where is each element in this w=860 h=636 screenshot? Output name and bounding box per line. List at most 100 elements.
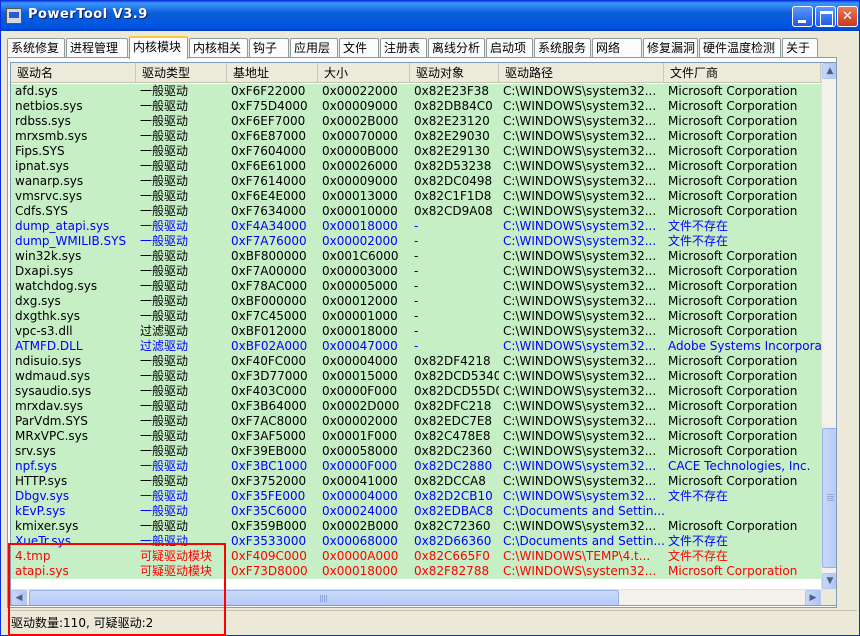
close-button[interactable] <box>837 6 858 27</box>
table-cell: mrxdav.sys <box>15 399 83 413</box>
table-row[interactable]: npf.sys 一般驱动 0xF3BC1000 0x0000F000 0x82DC288… <box>11 459 821 474</box>
column-header[interactable]: 驱动类型 <box>136 63 227 83</box>
table-row[interactable]: ndisuio.sys 一般驱动 0xF40FC000 0x00004000 0x82D… <box>11 354 821 369</box>
column-header[interactable]: 驱动对象 <box>410 63 499 83</box>
tab-10[interactable]: 系统服务 <box>534 38 591 58</box>
tab-11[interactable]: 网络 <box>592 38 642 58</box>
table-row[interactable]: dump_WMILIB.SYS 一般驱动 0xF7A76000 0x00002000 -… <box>11 234 821 249</box>
tab-6[interactable]: 文件 <box>339 38 379 58</box>
table-row[interactable]: ipnat.sys 一般驱动 0xF6E61000 0x00026000 0x82D53… <box>11 159 821 174</box>
vertical-scrollbar[interactable]: ▲ ▼ <box>821 63 836 589</box>
scroll-left-button[interactable]: ◀ <box>11 590 27 605</box>
table-row[interactable]: dxgthk.sys 一般驱动 0xF7C45000 0x00001000 - C:\WI… <box>11 309 821 324</box>
table-row[interactable]: mrxdav.sys 一般驱动 0xF3B64000 0x0002D000 0x82DF… <box>11 399 821 414</box>
tab-14[interactable]: 关于 <box>782 38 818 58</box>
table-row[interactable]: MRxVPC.sys 一般驱动 0xF3AF5000 0x0001F000 0x82C4… <box>11 429 821 444</box>
table-cell: Microsoft Corporation <box>668 129 798 143</box>
column-header[interactable]: 基地址 <box>227 63 318 83</box>
table-cell: 0xBF012000 <box>231 324 307 338</box>
table-cell: 0xF78AC000 <box>231 279 308 293</box>
driver-list[interactable]: 驱动名 驱动类型 基地址 大小 驱动对象 驱动路径 文件厂商 afd.sys 一般驱动 0xF6… <box>10 62 837 606</box>
horizontal-scrollbar[interactable]: ◀ ▶ <box>11 589 821 605</box>
table-row[interactable]: kEvP.sys 一般驱动 0xF35C6000 0x00024000 0x82EDBA… <box>11 504 821 519</box>
table-row[interactable]: vpc-s3.dll 过滤驱动 0xBF012000 0x00018000 - C:\WI… <box>11 324 821 339</box>
table-row[interactable]: kmixer.sys 一般驱动 0xF359B000 0x0002B000 0x82C7… <box>11 519 821 534</box>
tab-2[interactable]: 内核模块 <box>129 36 188 59</box>
table-row[interactable]: afd.sys 一般驱动 0xF6F22000 0x00022000 0x82E23F3… <box>11 84 821 99</box>
table-cell: 一般驱动 <box>140 534 189 548</box>
vertical-scroll-thumb[interactable] <box>822 428 836 568</box>
tab-12[interactable]: 修复漏洞 <box>643 38 698 58</box>
table-row[interactable]: wanarp.sys 一般驱动 0xF7614000 0x00009000 0x82DC… <box>11 174 821 189</box>
table-cell: 0x82EDBAC8 <box>414 504 494 518</box>
table-cell: C:\WINDOWS\system32... <box>503 459 657 473</box>
table-row[interactable]: ATMFD.DLL 过滤驱动 0xBF02A000 0x00047000 - C:\WIN… <box>11 339 821 354</box>
table-cell: 0x00022000 <box>322 84 398 98</box>
tab-9[interactable]: 启动项 <box>486 38 533 58</box>
table-cell: Microsoft Corporation <box>668 309 798 323</box>
maximize-button[interactable] <box>815 6 836 27</box>
table-row[interactable]: Fips.SYS 一般驱动 0xF7604000 0x0000B000 0x82E291… <box>11 144 821 159</box>
tab-1[interactable]: 进程管理 <box>66 38 128 58</box>
table-row[interactable]: ParVdm.SYS 一般驱动 0xF7AC8000 0x00002000 0x82ED… <box>11 414 821 429</box>
tab-4[interactable]: 钩子 <box>249 38 289 58</box>
table-row[interactable]: 4.tmp 可疑驱动模块 0xF409C000 0x0000A000 0x82C665F… <box>11 549 821 564</box>
table-row[interactable]: win32k.sys 一般驱动 0xBF800000 0x001C6000 - C:\WI… <box>11 249 821 264</box>
table-cell: Microsoft Corporation <box>668 324 798 338</box>
column-header[interactable]: 大小 <box>318 63 410 83</box>
tab-13[interactable]: 硬件温度检测 <box>699 38 781 58</box>
table-cell: 一般驱动 <box>140 309 189 323</box>
column-header[interactable]: 文件厂商 <box>664 63 821 83</box>
table-cell: mrxsmb.sys <box>15 129 88 143</box>
table-cell: - <box>414 249 419 263</box>
title-bar[interactable]: PowerTool V3.9 <box>1 1 859 31</box>
table-cell: ATMFD.DLL <box>15 339 83 353</box>
status-bar: 驱动数量:110, 可疑驱动:2 <box>7 610 857 632</box>
table-cell: - <box>414 219 419 233</box>
tab-0[interactable]: 系统修复 <box>7 38 65 58</box>
minimize-button[interactable] <box>792 6 813 27</box>
table-cell: 一般驱动 <box>140 189 189 203</box>
table-cell: 0xF35C6000 <box>231 504 307 518</box>
table-cell: HTTP.sys <box>15 474 68 488</box>
table-row[interactable]: dxg.sys 一般驱动 0xBF000000 0x00012000 - C:\WINDO… <box>11 294 821 309</box>
table-row[interactable]: XueTr.sys 一般驱动 0xF3533000 0x00068000 0x82D66… <box>11 534 821 549</box>
table-cell: Microsoft Corporation <box>668 294 798 308</box>
table-row[interactable]: wdmaud.sys 一般驱动 0xF3D77000 0x00015000 0x82DC… <box>11 369 821 384</box>
scroll-up-button[interactable]: ▲ <box>822 63 836 79</box>
table-cell: 0x00004000 <box>322 489 398 503</box>
table-cell: Microsoft Corporation <box>668 144 798 158</box>
tab-5[interactable]: 应用层 <box>290 38 338 58</box>
table-cell: 0x82DC2360 <box>414 444 493 458</box>
table-row[interactable]: HTTP.sys 一般驱动 0xF3752000 0x00041000 0x82DCCA… <box>11 474 821 489</box>
table-row[interactable]: srv.sys 一般驱动 0xF39EB000 0x00058000 0x82DC236… <box>11 444 821 459</box>
table-row[interactable]: atapi.sys 可疑驱动模块 0xF73D8000 0x00018000 0x82F… <box>11 564 821 579</box>
table-cell: Microsoft Corporation <box>668 204 798 218</box>
tab-8[interactable]: 离线分析 <box>428 38 485 58</box>
scroll-right-button[interactable]: ▶ <box>805 590 821 605</box>
horizontal-scroll-thumb[interactable] <box>29 590 619 605</box>
table-row[interactable]: rdbss.sys 一般驱动 0xF6EF7000 0x0002B000 0x82E23… <box>11 114 821 129</box>
tab-7[interactable]: 注册表 <box>380 38 427 58</box>
table-row[interactable]: sysaudio.sys 一般驱动 0xF403C000 0x0000F000 0x82… <box>11 384 821 399</box>
table-row[interactable]: Dbgv.sys 一般驱动 0xF35FE000 0x00004000 0x82D2CB… <box>11 489 821 504</box>
table-cell: C:\WINDOWS\system32... <box>503 369 657 383</box>
table-cell: srv.sys <box>15 444 56 458</box>
app-icon[interactable] <box>6 8 22 24</box>
table-row[interactable]: netbios.sys 一般驱动 0xF75D4000 0x00009000 0x82D… <box>11 99 821 114</box>
table-cell: dxgthk.sys <box>15 309 81 323</box>
table-cell: 过滤驱动 <box>140 339 189 353</box>
tab-3[interactable]: 内核相关 <box>189 38 248 58</box>
table-cell: 一般驱动 <box>140 159 189 173</box>
table-row[interactable]: Dxapi.sys 一般驱动 0xF7A00000 0x00003000 - C:\WIN… <box>11 264 821 279</box>
table-row[interactable]: mrxsmb.sys 一般驱动 0xF6E87000 0x00070000 0x82E2… <box>11 129 821 144</box>
table-cell: 一般驱动 <box>140 84 189 98</box>
table-cell: wanarp.sys <box>15 174 84 188</box>
table-row[interactable]: Cdfs.SYS 一般驱动 0xF7634000 0x00010000 0x82CD9A… <box>11 204 821 219</box>
table-row[interactable]: vmsrvc.sys 一般驱动 0xF6E4E000 0x00013000 0x82C1… <box>11 189 821 204</box>
scroll-down-button[interactable]: ▼ <box>822 573 836 589</box>
column-header[interactable]: 驱动路径 <box>499 63 664 83</box>
table-row[interactable]: dump_atapi.sys 一般驱动 0xF4A34000 0x00018000 - C… <box>11 219 821 234</box>
column-header[interactable]: 驱动名 <box>11 63 136 83</box>
table-row[interactable]: watchdog.sys 一般驱动 0xF78AC000 0x00005000 - C:\… <box>11 279 821 294</box>
